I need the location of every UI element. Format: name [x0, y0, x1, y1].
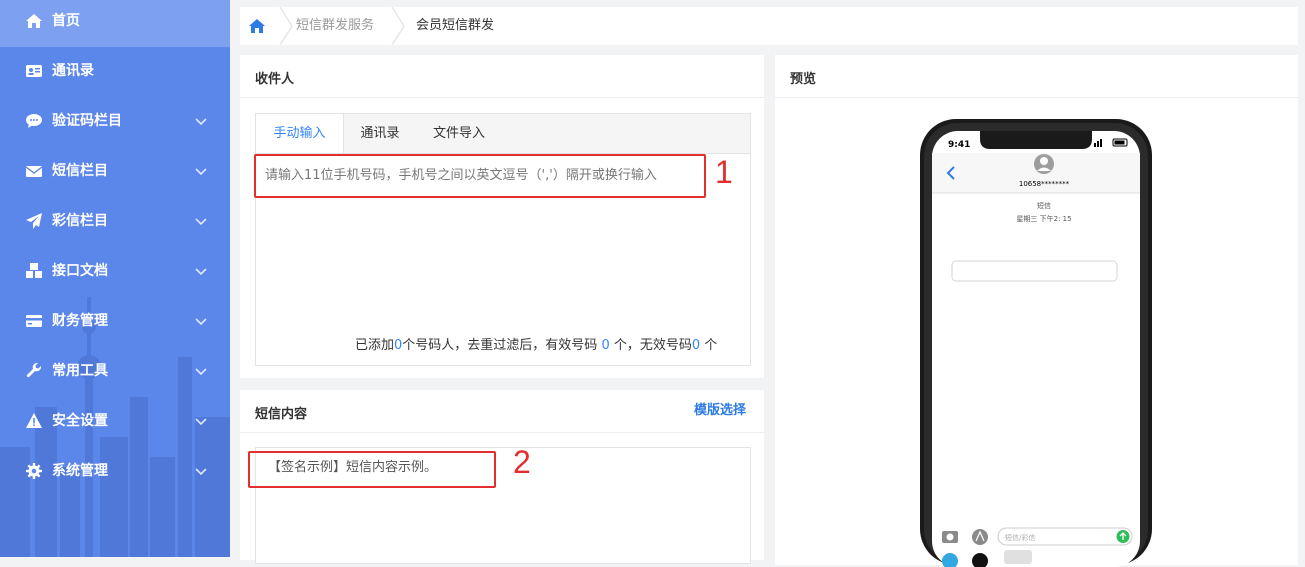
counts-mid1: 个号码人，去重过滤后，有效号码: [402, 338, 602, 353]
chevron-down-icon[interactable]: [195, 415, 207, 427]
sidebar-item-label: 系统管理: [52, 463, 108, 479]
counts-mid2: 个，无效号码: [609, 338, 692, 353]
chevron-down-icon[interactable]: [195, 165, 207, 177]
sidebar-item-comment[interactable]: 验证码栏目: [0, 97, 230, 147]
app-store-icon[interactable]: [972, 529, 988, 545]
breadcrumb-separator-icon: [391, 7, 405, 45]
message-type-label: 短信: [1037, 201, 1051, 210]
sidebar-item-label: 常用工具: [52, 363, 108, 379]
chevron-down-icon[interactable]: [195, 365, 207, 377]
annotation-box-1: [254, 154, 706, 198]
sidebar-item-label: 安全设置: [52, 413, 108, 429]
chevron-down-icon[interactable]: [195, 315, 207, 327]
annotation-number-2: 2: [513, 444, 531, 480]
tab-file-import[interactable]: 文件导入: [418, 114, 500, 154]
app-icon[interactable]: [1004, 550, 1032, 564]
recipients-title: 收件人: [255, 72, 295, 87]
invalid-count: 0: [691, 338, 701, 353]
sidebar-item-gear[interactable]: 系统管理: [0, 447, 230, 497]
chevron-down-icon[interactable]: [195, 465, 207, 477]
message-bubble: [951, 260, 1118, 282]
sidebar-item-label: 通讯录: [52, 63, 94, 79]
divider: [775, 97, 1298, 98]
tab-manual-input[interactable]: 手动输入: [256, 114, 344, 155]
template-select-link[interactable]: 模版选择: [694, 403, 746, 419]
send-icon[interactable]: [1116, 530, 1130, 543]
valid-count: 0: [601, 338, 610, 353]
counts-prefix: 已添加: [355, 338, 395, 353]
sidebar-item-warning[interactable]: 安全设置: [0, 397, 230, 447]
chevron-down-icon[interactable]: [195, 115, 207, 127]
annotation-box-2: [248, 451, 496, 488]
sidebar-item-label: 短信栏目: [52, 163, 108, 179]
phone-time: 9:41: [948, 140, 970, 150]
message-timestamp: 星期三 下午2: 15: [1016, 214, 1071, 223]
breadcrumb-item-sms-service[interactable]: 短信群发服务: [296, 18, 374, 34]
gear-icon: [26, 463, 42, 479]
envelope-icon: [26, 166, 42, 177]
camera-icon[interactable]: [942, 531, 958, 543]
sidebar-item-envelope[interactable]: 短信栏目: [0, 147, 230, 197]
sidebar-item-address-card[interactable]: 通讯录: [0, 47, 230, 97]
chevron-down-icon[interactable]: [195, 215, 207, 227]
wrench-icon: [26, 363, 42, 378]
preview-title: 预览: [790, 72, 817, 87]
recipient-tabs: 手动输入 通讯录 文件导入: [255, 113, 751, 155]
breadcrumb-separator-icon: [279, 7, 293, 45]
sidebar-item-credit-card[interactable]: 财务管理: [0, 297, 230, 347]
tab-contacts[interactable]: 通讯录: [344, 114, 416, 154]
divider: [240, 97, 764, 98]
sidebar-item-paper-plane[interactable]: 彩信栏目: [0, 197, 230, 247]
counts-suffix: 个: [700, 338, 718, 353]
contact-avatar-icon: [1034, 154, 1054, 174]
sidebar-item-cubes[interactable]: 接口文档: [0, 247, 230, 297]
sidebar-item-label: 财务管理: [52, 313, 108, 329]
sidebar-item-label: 彩信栏目: [52, 213, 108, 229]
warning-icon: [26, 413, 42, 428]
sidebar-item-label: 接口文档: [52, 263, 108, 279]
comment-icon: [26, 114, 42, 128]
sidebar-item-label: 首页: [52, 13, 80, 29]
breadcrumb: 短信群发服务 会员短信群发: [240, 7, 1298, 45]
sidebar-item-home[interactable]: 首页: [0, 0, 230, 47]
sidebar-item-label: 验证码栏目: [52, 113, 122, 129]
recipient-counts: 已添加0个号码人，去重过滤后，有效号码 0 个，无效号码0 个: [355, 338, 717, 354]
chevron-down-icon[interactable]: [195, 265, 207, 277]
phone-mockup: 9:41 10658******** 短信 星期三 下午2: 15 短信/彩信: [920, 119, 1152, 567]
sms-content-title: 短信内容: [255, 407, 308, 422]
contact-number: 10658********: [1019, 180, 1070, 188]
home-icon[interactable]: [248, 17, 266, 35]
divider: [240, 432, 764, 433]
paper-plane-icon: [26, 213, 42, 229]
message-input-placeholder: 短信/彩信: [1005, 533, 1035, 542]
home-icon: [26, 14, 42, 28]
breadcrumb-item-member-sms: 会员短信群发: [416, 18, 495, 33]
address-card-icon: [26, 65, 42, 77]
credit-card-icon: [26, 315, 42, 327]
cubes-icon: [26, 263, 42, 278]
sidebar-item-wrench[interactable]: 常用工具: [0, 347, 230, 397]
annotation-number-1: 1: [715, 154, 733, 190]
